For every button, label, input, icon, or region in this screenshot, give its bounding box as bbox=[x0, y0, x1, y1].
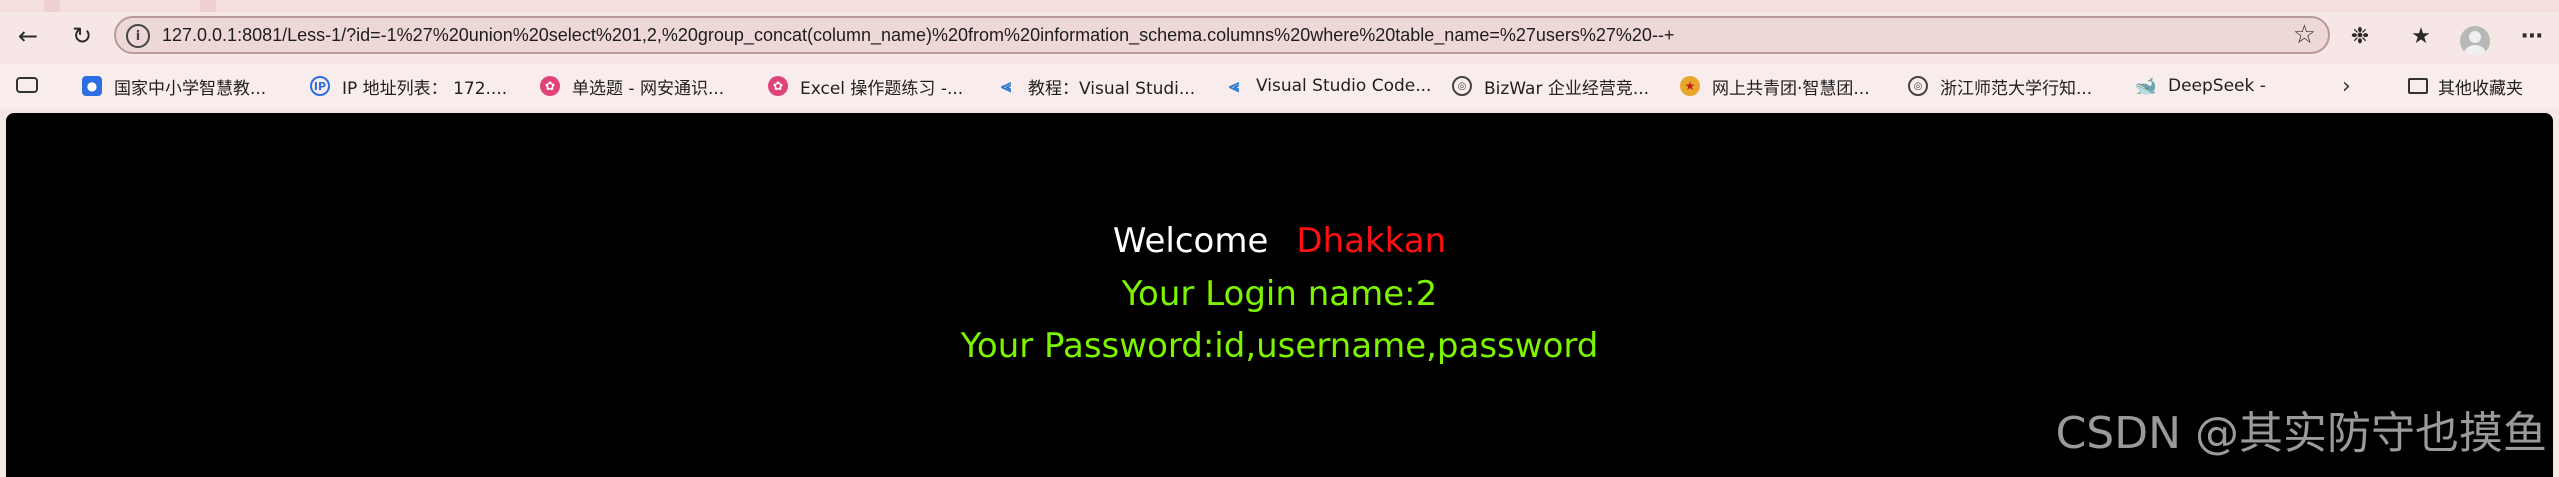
bookmark-item[interactable]: ★ 网上共青团·智慧团... bbox=[1680, 64, 1870, 108]
bookmarks-bar: ● 国家中小学智慧教... IP IP 地址列表： 172.... ✿ 单选题 … bbox=[0, 64, 2559, 108]
bookmark-item[interactable]: ✿ 单选题 - 网安通识... bbox=[540, 64, 724, 108]
navigation-bar: ← ↻ i 127.0.0.1:8081/Less-1/?id=-1%27%20… bbox=[0, 12, 2559, 58]
bookmark-item[interactable]: ⪡ Visual Studio Code... bbox=[1224, 64, 1432, 108]
more-menu-icon[interactable]: ⋯ bbox=[2514, 20, 2550, 52]
bookmark-item[interactable]: ✿ Excel 操作题练习 -... bbox=[768, 64, 963, 108]
tab-strip bbox=[0, 0, 2559, 12]
globe-icon: ◎ bbox=[1908, 76, 1928, 96]
bookmark-label: 教程：Visual Studi... bbox=[1028, 78, 1196, 99]
folder-icon bbox=[2408, 78, 2428, 94]
csdn-watermark: CSDN @其实防守也摸鱼 bbox=[2055, 408, 2547, 459]
youth-league-icon: ★ bbox=[1680, 76, 1700, 96]
bookmark-label: 国家中小学智慧教... bbox=[114, 78, 267, 99]
address-bar[interactable]: i 127.0.0.1:8081/Less-1/?id=-1%27%20unio… bbox=[114, 16, 2330, 54]
bookmark-label: 浙江师范大学行知... bbox=[1940, 78, 2093, 99]
bookmark-label: DeepSeek - bbox=[2168, 76, 2266, 96]
tab-edge bbox=[200, 0, 216, 12]
welcome-text: Welcome bbox=[1112, 221, 1269, 261]
bookmark-item[interactable]: 🐋 DeepSeek - bbox=[2134, 64, 2266, 108]
site-info-icon[interactable]: i bbox=[126, 24, 150, 48]
globe-icon: ◎ bbox=[1452, 76, 1472, 96]
bookmark-item[interactable]: ● 国家中小学智慧教... bbox=[82, 64, 266, 108]
deepseek-icon: 🐋 bbox=[2134, 75, 2158, 97]
chevron-right-icon[interactable]: › bbox=[2342, 64, 2351, 108]
browser-window: ← ↻ i 127.0.0.1:8081/Less-1/?id=-1%27%20… bbox=[0, 0, 2559, 477]
password-text: Your Password:id,username,password bbox=[960, 326, 1599, 366]
user-name-text: Dhakkan bbox=[1296, 221, 1447, 261]
reload-icon[interactable]: ↻ bbox=[64, 20, 100, 52]
login-name-text: Your Login name:2 bbox=[1121, 274, 1438, 314]
pink-app-icon: ✿ bbox=[768, 76, 788, 96]
extensions-icon[interactable]: ❉ bbox=[2342, 20, 2378, 52]
avatar[interactable] bbox=[2460, 26, 2490, 56]
bookmark-label: Excel 操作题练习 -... bbox=[800, 78, 964, 99]
favorite-star-icon[interactable]: ☆ bbox=[2293, 20, 2316, 50]
pink-app-icon: ✿ bbox=[540, 76, 560, 96]
vscode-icon: ⪡ bbox=[1000, 75, 1012, 97]
bookmark-item[interactable]: IP IP 地址列表： 172.... bbox=[310, 64, 507, 108]
bookmark-label: IP 地址列表： 172.... bbox=[342, 78, 508, 99]
vscode-icon: ⪡ bbox=[1228, 75, 1240, 97]
bookmark-label: 单选题 - 网安通识... bbox=[572, 78, 725, 99]
favorites-icon[interactable]: ★ bbox=[2403, 20, 2439, 52]
address-url[interactable]: 127.0.0.1:8081/Less-1/?id=-1%27%20union%… bbox=[162, 18, 1674, 52]
welcome-line: Welcome Dhakkan bbox=[6, 221, 2553, 261]
smart-edu-icon: ● bbox=[82, 76, 102, 96]
bookmark-label: BizWar 企业经营竞... bbox=[1484, 78, 1650, 99]
bookmark-item[interactable]: ◎ BizWar 企业经营竞... bbox=[1452, 64, 1649, 108]
tab-edge bbox=[44, 0, 60, 12]
back-arrow-icon[interactable]: ← bbox=[10, 20, 46, 52]
bookmark-item[interactable]: ⪡ 教程：Visual Studi... bbox=[996, 64, 1195, 108]
other-bookmarks-label: 其他收藏夹 bbox=[2438, 78, 2523, 99]
bookmark-label: 网上共青团·智慧团... bbox=[1712, 78, 1870, 99]
bookmark-label: Visual Studio Code... bbox=[1256, 76, 1432, 96]
other-bookmarks-folder[interactable]: 其他收藏夹 bbox=[2408, 64, 2523, 108]
ip-icon: IP bbox=[310, 76, 330, 96]
bookmark-toggle-icon[interactable] bbox=[16, 77, 38, 93]
page-viewport: Welcome Dhakkan Your Login name:2 Your Pa… bbox=[6, 113, 2553, 477]
bookmark-item[interactable]: ◎ 浙江师范大学行知... bbox=[1908, 64, 2092, 108]
